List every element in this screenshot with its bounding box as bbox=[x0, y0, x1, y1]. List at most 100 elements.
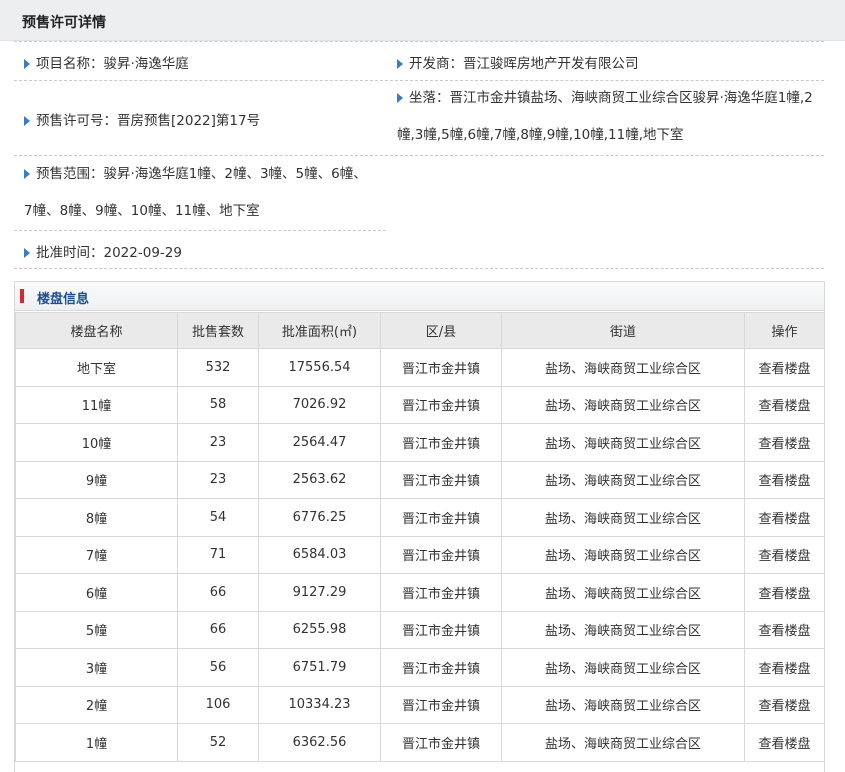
developer: 开发商：晋江骏晖房地产开发有限公司 bbox=[409, 56, 639, 72]
area-cell: 9127.29 bbox=[258, 573, 381, 612]
building-name-cell: 11幢 bbox=[15, 385, 178, 424]
arrow-bullet-icon bbox=[24, 59, 30, 69]
area-cell: 6255.98 bbox=[258, 610, 381, 649]
view-building-link[interactable]: 查看楼盘 bbox=[744, 348, 825, 387]
table-row: 1幢 52 6362.56 晋江市金井镇 盐场、海峡商贸工业综合区 查看楼盘 bbox=[15, 723, 825, 762]
permit-no: 预售许可号：晋房预售[2022]第17号 bbox=[36, 113, 261, 129]
building-name-cell: 3幢 bbox=[15, 648, 178, 687]
district-cell: 晋江市金井镇 bbox=[380, 685, 502, 724]
district-cell: 晋江市金井镇 bbox=[380, 460, 502, 499]
permit-no-row: 预售许可号：晋房预售[2022]第17号 bbox=[24, 109, 260, 129]
page-header: 预售许可详情 bbox=[0, 0, 845, 41]
location: 坐落：晋江市金井镇盐场、海峡商贸工业综合区骏昇·海逸华庭1幢,2幢,3幢,5幢,… bbox=[397, 90, 813, 143]
district-cell: 晋江市金井镇 bbox=[380, 610, 502, 649]
view-building-link[interactable]: 查看楼盘 bbox=[744, 535, 825, 574]
building-name-cell: 10幢 bbox=[15, 423, 178, 462]
district-cell: 晋江市金井镇 bbox=[380, 348, 502, 387]
view-building-link[interactable]: 查看楼盘 bbox=[744, 573, 825, 612]
table-row: 6幢 66 9127.29 晋江市金井镇 盐场、海峡商贸工业综合区 查看楼盘 bbox=[15, 573, 825, 612]
units-cell: 71 bbox=[177, 535, 259, 574]
view-building-link[interactable]: 查看楼盘 bbox=[744, 610, 825, 649]
units-cell: 52 bbox=[177, 723, 259, 762]
units-cell: 23 bbox=[177, 460, 259, 499]
page-title: 预售许可详情 bbox=[22, 15, 106, 31]
area-cell: 6584.03 bbox=[258, 535, 381, 574]
building-name-cell: 8幢 bbox=[15, 498, 178, 537]
units-cell: 23 bbox=[177, 423, 259, 462]
area-cell: 2564.47 bbox=[258, 423, 381, 462]
building-name-cell: 6幢 bbox=[15, 573, 178, 612]
street-cell: 盐场、海峡商贸工业综合区 bbox=[501, 610, 745, 649]
col-header-building-name: 楼盘名称 bbox=[15, 312, 178, 349]
view-building-link[interactable]: 查看楼盘 bbox=[744, 460, 825, 499]
view-building-link[interactable]: 查看楼盘 bbox=[744, 423, 825, 462]
area-cell: 6362.56 bbox=[258, 723, 381, 762]
table-row: 3幢 56 6751.79 晋江市金井镇 盐场、海峡商贸工业综合区 查看楼盘 bbox=[15, 648, 825, 687]
units-cell: 532 bbox=[177, 348, 259, 387]
building-name-cell: 2幢 bbox=[15, 685, 178, 724]
area-cell: 2563.62 bbox=[258, 460, 381, 499]
area-cell: 10334.23 bbox=[258, 685, 381, 724]
project-name: 项目名称：骏昇·海逸华庭 bbox=[36, 56, 189, 72]
arrow-bullet-icon bbox=[24, 116, 30, 126]
view-building-link[interactable]: 查看楼盘 bbox=[744, 648, 825, 687]
street-cell: 盐场、海峡商贸工业综合区 bbox=[501, 685, 745, 724]
table-header-row: 楼盘名称 批售套数 批准面积(㎡) 区/县 街道 操作 bbox=[15, 312, 825, 349]
col-header-units: 批售套数 bbox=[177, 312, 259, 349]
district-cell: 晋江市金井镇 bbox=[380, 385, 502, 424]
location-row: 坐落：晋江市金井镇盐场、海峡商贸工业综合区骏昇·海逸华庭1幢,2幢,3幢,5幢,… bbox=[397, 80, 822, 154]
units-cell: 58 bbox=[177, 385, 259, 424]
section-title: 楼盘信息 bbox=[37, 292, 90, 307]
district-cell: 晋江市金井镇 bbox=[380, 648, 502, 687]
view-building-link[interactable]: 查看楼盘 bbox=[744, 685, 825, 724]
units-cell: 106 bbox=[177, 685, 259, 724]
area-cell: 7026.92 bbox=[258, 385, 381, 424]
buildings-table: 楼盘名称 批售套数 批准面积(㎡) 区/县 街道 操作 地下室 532 17556.… bbox=[15, 312, 825, 762]
view-building-link[interactable]: 查看楼盘 bbox=[744, 723, 825, 762]
section-marker-icon bbox=[20, 289, 24, 303]
street-cell: 盐场、海峡商贸工业综合区 bbox=[501, 348, 745, 387]
arrow-bullet-icon bbox=[24, 248, 30, 258]
buildings-section: 楼盘信息 楼盘名称 批售套数 批准面积(㎡) 区/县 街道 操作 地下室 532 1… bbox=[14, 281, 825, 772]
building-name-cell: 9幢 bbox=[15, 460, 178, 499]
area-cell: 6776.25 bbox=[258, 498, 381, 537]
col-header-action: 操作 bbox=[744, 312, 825, 349]
arrow-bullet-icon bbox=[24, 169, 30, 179]
street-cell: 盐场、海峡商贸工业综合区 bbox=[501, 723, 745, 762]
building-name-cell: 地下室 bbox=[15, 348, 178, 387]
view-building-link[interactable]: 查看楼盘 bbox=[744, 498, 825, 537]
street-cell: 盐场、海峡商贸工业综合区 bbox=[501, 573, 745, 612]
table-row: 5幢 66 6255.98 晋江市金井镇 盐场、海峡商贸工业综合区 查看楼盘 bbox=[15, 610, 825, 649]
view-building-link[interactable]: 查看楼盘 bbox=[744, 385, 825, 424]
district-cell: 晋江市金井镇 bbox=[380, 423, 502, 462]
street-cell: 盐场、海峡商贸工业综合区 bbox=[501, 460, 745, 499]
district-cell: 晋江市金井镇 bbox=[380, 535, 502, 574]
street-cell: 盐场、海峡商贸工业综合区 bbox=[501, 498, 745, 537]
col-header-area: 批准面积(㎡) bbox=[258, 312, 381, 349]
units-cell: 66 bbox=[177, 573, 259, 612]
table-row: 地下室 532 17556.54 晋江市金井镇 盐场、海峡商贸工业综合区 查看楼盘 bbox=[15, 348, 825, 387]
table-row: 11幢 58 7026.92 晋江市金井镇 盐场、海峡商贸工业综合区 查看楼盘 bbox=[15, 385, 825, 424]
street-cell: 盐场、海峡商贸工业综合区 bbox=[501, 385, 745, 424]
approval-time: 批准时间：2022-09-29 bbox=[36, 245, 182, 261]
units-cell: 56 bbox=[177, 648, 259, 687]
arrow-bullet-icon bbox=[397, 93, 403, 103]
project-name-row: 项目名称：骏昇·海逸华庭 bbox=[24, 52, 189, 72]
street-cell: 盐场、海峡商贸工业综合区 bbox=[501, 423, 745, 462]
col-header-street: 街道 bbox=[501, 312, 745, 349]
street-cell: 盐场、海峡商贸工业综合区 bbox=[501, 535, 745, 574]
table-row: 10幢 23 2564.47 晋江市金井镇 盐场、海峡商贸工业综合区 查看楼盘 bbox=[15, 423, 825, 462]
district-cell: 晋江市金井镇 bbox=[380, 723, 502, 762]
building-name-cell: 5幢 bbox=[15, 610, 178, 649]
divider bbox=[14, 41, 824, 42]
presale-scope-row: 预售范围：骏昇·海逸华庭1幢、2幢、3幢、5幢、6幢、7幢、8幢、9幢、10幢、… bbox=[24, 156, 374, 230]
street-cell: 盐场、海峡商贸工业综合区 bbox=[501, 648, 745, 687]
table-row: 2幢 106 10334.23 晋江市金井镇 盐场、海峡商贸工业综合区 查看楼盘 bbox=[15, 685, 825, 724]
developer-row: 开发商：晋江骏晖房地产开发有限公司 bbox=[397, 52, 639, 72]
divider bbox=[14, 268, 824, 269]
arrow-bullet-icon bbox=[397, 59, 403, 69]
district-cell: 晋江市金井镇 bbox=[380, 498, 502, 537]
area-cell: 17556.54 bbox=[258, 348, 381, 387]
divider bbox=[14, 230, 386, 231]
district-cell: 晋江市金井镇 bbox=[380, 573, 502, 612]
